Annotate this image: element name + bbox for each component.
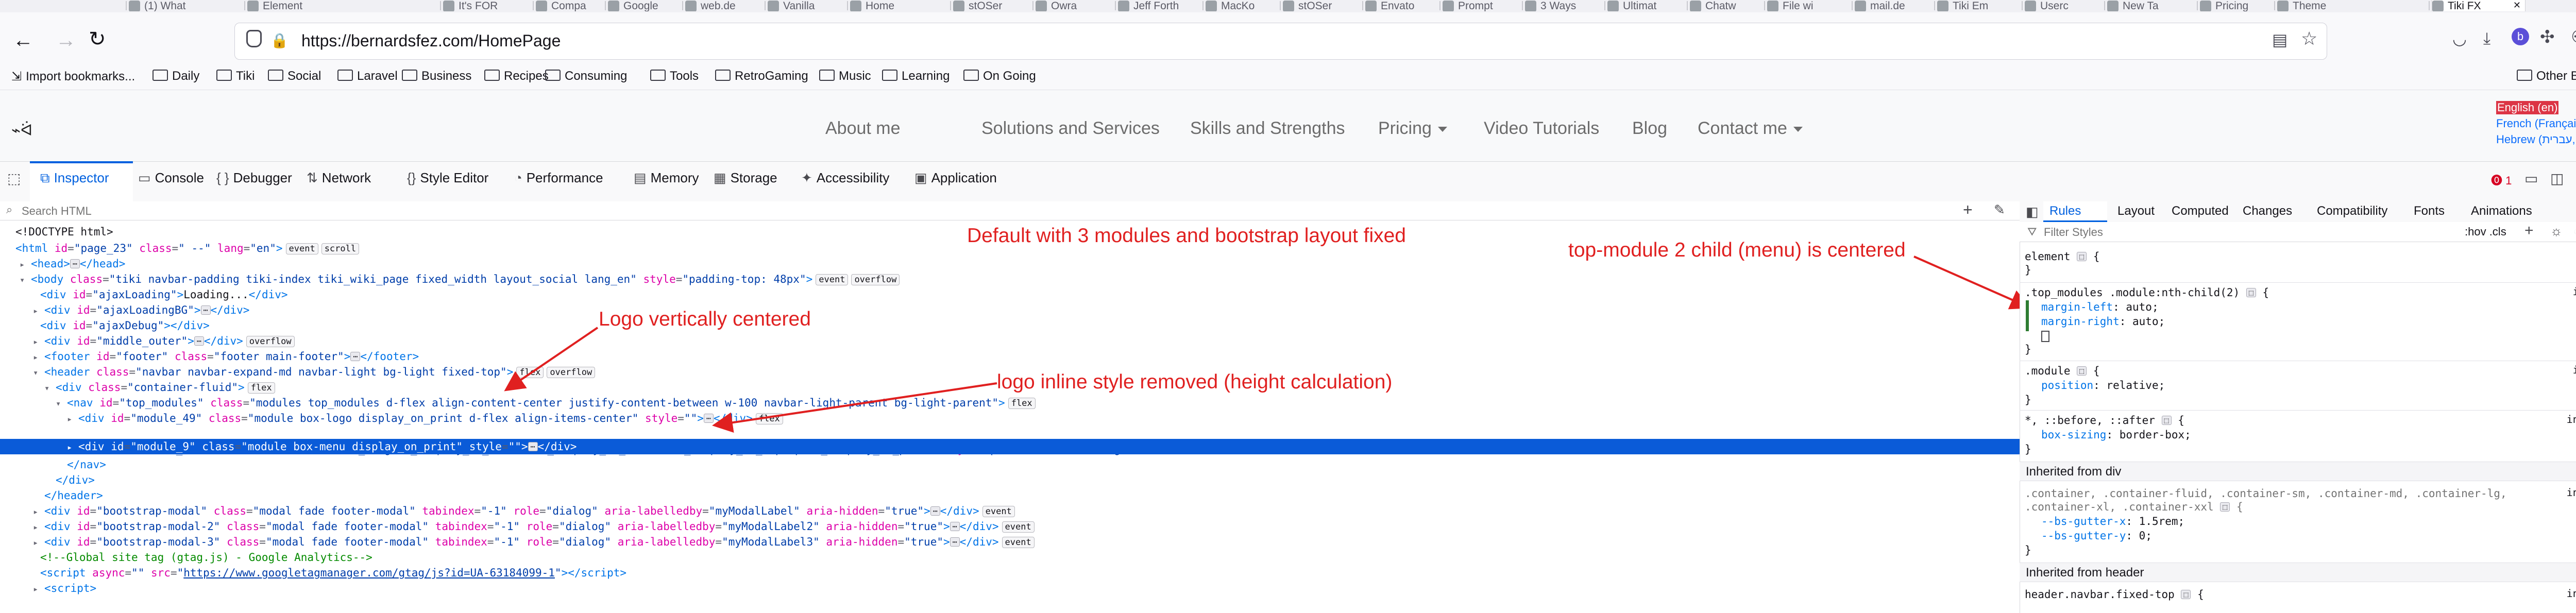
filter-styles-input[interactable]: [2043, 225, 2302, 240]
inherited-from-div: Inherited from div: [2020, 462, 2576, 481]
rule-source-inline3b[interactable]: inline:3: [2555, 364, 2576, 376]
logo-centered-arrow: [504, 327, 599, 391]
decl-bs-gutter-y[interactable]: --bs-gutter-y: 0;: [2041, 529, 2152, 543]
dark-scheme-icon[interactable]: ◑: [2573, 223, 2576, 239]
rule-divider: [2020, 410, 2576, 411]
add-rule-icon[interactable]: +: [2524, 222, 2534, 240]
rule-source-inline15[interactable]: inline:15: [2555, 413, 2576, 425]
top-module-arrow: [1913, 256, 2031, 310]
rule-container-selector[interactable]: .container, .container-fluid, .container…: [2025, 486, 2507, 501]
decl-box-sizing[interactable]: box-sizing: border-box;: [2041, 428, 2191, 442]
rule-divider: [2020, 282, 2576, 283]
rule-close: }: [2025, 264, 2031, 276]
annotation-logo-centered: Logo vertically centered: [599, 308, 811, 330]
rule-close: }: [2025, 394, 2031, 406]
annotation-logo-inline: logo inline style removed (height calcul…: [997, 371, 1393, 393]
rules-panel: [2020, 201, 2576, 613]
changed-indicator: [2026, 300, 2029, 331]
rule-source-inline3[interactable]: inline:3: [2555, 285, 2576, 298]
logo-inline-arrow: [712, 382, 997, 433]
rule-close: }: [2025, 443, 2031, 455]
rule-close: }: [2025, 544, 2031, 556]
decl-position[interactable]: position: relative;: [2041, 378, 2165, 393]
filter-icon: ⛛: [2027, 225, 2037, 238]
rules-panel-tab[interactable]: Compatibility: [2317, 204, 2387, 218]
new-declaration-input[interactable]: [2041, 331, 2049, 342]
rules-panel-tab[interactable]: Rules: [2049, 204, 2081, 218]
rule-container-selector-cont[interactable]: .container-xl, .container-xxl ⬚ {: [2025, 500, 2243, 514]
sidebar-toggle-icon[interactable]: ◧: [2026, 204, 2039, 220]
rule-close: }: [2025, 343, 2031, 355]
annotation-top-module: top-module 2 child (menu) is centered: [1568, 239, 1906, 261]
rules-panel-tab[interactable]: Computed: [2172, 204, 2229, 218]
rule-element[interactable]: element ⬚ {: [2025, 249, 2099, 264]
hov-cls-toggles[interactable]: :hov .cls: [2465, 225, 2506, 239]
rule-universal-selector[interactable]: *, ::before, ::after ⬚ {: [2025, 413, 2184, 428]
rules-panel-tab[interactable]: Fonts: [2414, 204, 2445, 218]
rule-module-selector[interactable]: .module ⬚ {: [2025, 364, 2099, 378]
annotation-default-layout: Default with 3 modules and bootstrap lay…: [967, 225, 1406, 247]
rules-panel-tab[interactable]: Changes: [2243, 204, 2292, 218]
rule-header-selector[interactable]: header.navbar.fixed-top ⬚ {: [2025, 587, 2204, 602]
light-scheme-icon[interactable]: ☼: [2550, 223, 2563, 239]
rule-top-modules-selector[interactable]: .top_modules .module:nth-child(2) ⬚ {: [2025, 285, 2269, 300]
decl-margin-left[interactable]: margin-left: auto;: [2041, 300, 2159, 314]
rules-panel-tab[interactable]: Layout: [2117, 204, 2155, 218]
decl-bs-gutter-x[interactable]: --bs-gutter-x: 1.5rem;: [2041, 514, 2184, 529]
rule-source-inline15c[interactable]: inline:15: [2555, 587, 2576, 600]
rule-source-inline15b[interactable]: inline:15: [2555, 486, 2576, 499]
inherited-from-header: Inherited from header: [2020, 563, 2576, 582]
decl-margin-right[interactable]: margin-right: auto;: [2041, 314, 2165, 329]
rules-panel-tab[interactable]: Animations: [2471, 204, 2532, 218]
